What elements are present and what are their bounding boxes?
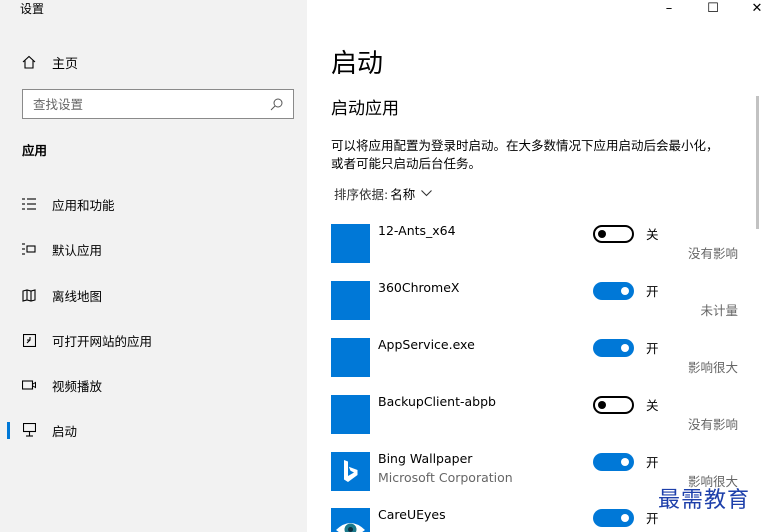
scrollbar[interactable] [756,96,759,229]
app-name: BackupClient-abpb [378,394,496,409]
home-link[interactable]: 主页 [22,52,78,72]
toggle-knob [621,344,629,352]
startup-impact: 未计量 [700,303,738,318]
sidebar-item-startup[interactable]: 启动 [0,415,307,445]
sidebar-item-apps-for-websites[interactable]: 可打开网站的应用 [0,325,307,355]
app-publisher: Microsoft Corporation [378,470,513,485]
list-item: BackupClient-abpb 关 没有影响 [331,394,761,445]
bing-logo-icon [331,452,370,491]
window-title: 设置 [20,2,45,16]
toggle-switch[interactable] [593,339,634,357]
description: 可以将应用配置为登录时启动。在大多数情况下应用启动后会最小化，或者可能只启动后台… [331,138,719,171]
search-icon[interactable] [270,98,283,111]
generic-app-icon [331,281,370,320]
toggle-switch[interactable] [593,225,634,243]
sort-value: 名称 [390,187,416,202]
toggle-state: 开 [646,455,659,470]
startup-impact: 没有影响 [687,246,738,261]
toggle-switch[interactable] [593,453,634,471]
search-input[interactable] [33,96,253,112]
default-apps-icon [22,243,36,255]
minimize-button[interactable]: – [647,0,691,16]
chevron-down-icon [421,190,433,197]
eye-icon [331,508,370,532]
toggle-knob [621,514,629,522]
watermark-text: 最需教育 [658,488,751,513]
sort-dropdown[interactable]: 排序依据: 名称 [334,184,433,203]
toggle-state: 开 [646,511,659,526]
offline-maps-icon [22,288,36,302]
sort-label: 排序依据: [334,187,389,202]
toggle-switch[interactable] [593,282,634,300]
app-name: Bing Wallpaper [378,451,473,466]
sidebar-item-default-apps[interactable]: 默认应用 [0,234,307,264]
startup-impact: 没有影响 [687,417,738,432]
sidebar-item-label: 应用和功能 [52,197,115,213]
sidebar-item-label: 可打开网站的应用 [52,333,153,349]
sidebar-item-video-playback[interactable]: 视频播放 [0,370,307,400]
app-name: CareUEyes [378,507,446,522]
sidebar-item-label: 离线地图 [52,288,103,304]
list-item: 12-Ants_x64 关 没有影响 [331,223,761,274]
section-label: 应用 [22,143,48,158]
list-item: AppService.exe 开 影响很大 [331,337,761,388]
app-name: 12-Ants_x64 [378,223,456,238]
toggle-state: 关 [646,398,659,413]
startup-impact: 影响很大 [687,360,738,375]
video-playback-icon [22,380,36,390]
toggle-switch[interactable] [593,509,634,527]
sidebar-item-label: 默认应用 [52,242,103,258]
sidebar: 设置 主页 应用 应用和功能 默认应用 离线地图 [0,0,307,532]
list-item: 360ChromeX 开 未计量 [331,280,761,331]
apps-for-websites-icon [22,333,36,347]
close-button[interactable]: ✕ [735,0,779,16]
window-controls: – ☐ ✕ [647,0,779,16]
apps-features-icon [22,198,36,210]
section-title: 启动应用 [331,99,399,119]
startup-icon [22,423,36,437]
page-title: 启动 [331,49,384,79]
toggle-switch[interactable] [593,396,634,414]
sidebar-item-offline-maps[interactable]: 离线地图 [0,280,307,310]
toggle-knob [598,401,606,409]
generic-app-icon [331,224,370,263]
sidebar-item-label: 视频播放 [52,378,103,394]
toggle-knob [621,458,629,466]
generic-app-icon [331,395,370,434]
sidebar-item-label: 启动 [52,423,78,439]
toggle-state: 关 [646,227,659,242]
app-name: 360ChromeX [378,280,460,295]
maximize-button[interactable]: ☐ [691,0,735,16]
home-label: 主页 [52,56,79,72]
toggle-state: 开 [646,284,659,299]
toggle-knob [598,230,606,238]
search-box[interactable] [22,89,294,119]
app-name: AppService.exe [378,337,475,352]
toggle-state: 开 [646,341,659,356]
generic-app-icon [331,338,370,377]
sidebar-item-apps-features[interactable]: 应用和功能 [0,189,307,219]
toggle-knob [621,287,629,295]
home-icon [22,55,36,69]
